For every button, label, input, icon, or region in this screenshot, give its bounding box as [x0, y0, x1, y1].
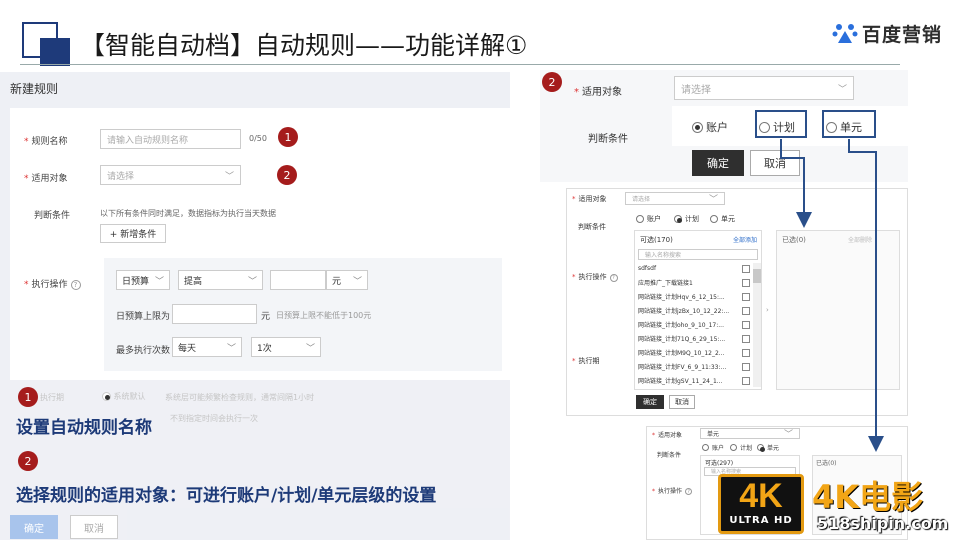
watermark-4k-badge: 4K ULTRA HD	[718, 474, 804, 534]
watermark-4k-text: 4K	[739, 477, 783, 515]
arrow-unit-to-panel3	[848, 139, 884, 452]
watermark-url: 518shipin.com	[817, 514, 949, 533]
arrow-plan-to-panel2	[780, 139, 812, 228]
watermark-ultrahd-text: ULTRA HD	[729, 515, 793, 526]
connector-arrows	[780, 139, 884, 452]
watermark-title: 4K电影	[812, 478, 924, 516]
